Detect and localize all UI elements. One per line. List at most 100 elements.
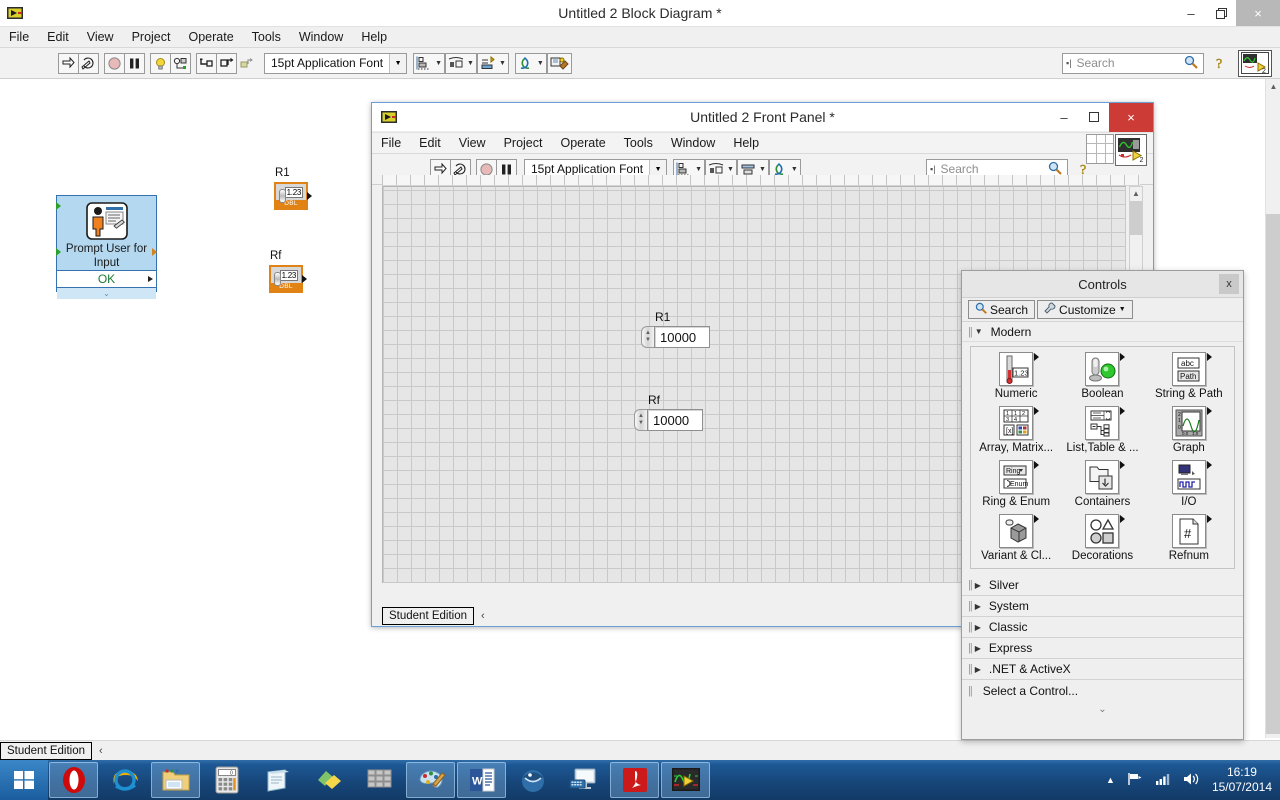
connector-pane[interactable] xyxy=(1086,134,1114,164)
numeric-icon[interactable]: 1.23 xyxy=(999,352,1040,386)
terminal-r1[interactable]: R1 1.23 DBL xyxy=(274,167,312,210)
taskbar-item-word[interactable]: W xyxy=(457,762,506,798)
palette-item-containers[interactable]: Containers xyxy=(1059,460,1145,508)
palette-category-modern[interactable]: || ▼ Modern xyxy=(962,322,1243,342)
clock[interactable]: 16:19 15/07/2014 xyxy=(1212,765,1272,795)
network-icon[interactable] xyxy=(1155,772,1171,789)
node-expand-handle[interactable]: ⌄ xyxy=(57,287,156,299)
block-diagram-vertical-scrollbar[interactable]: ▲ xyxy=(1265,79,1280,738)
chevron-down-icon[interactable]: ▼ xyxy=(727,166,734,173)
menu-item-view[interactable]: View xyxy=(78,26,123,48)
prompt-user-for-input-node[interactable]: Prompt User for Input OK ⌄ xyxy=(56,195,157,299)
numeric-control-r1[interactable]: R1 ▲ ▼ 10000 xyxy=(641,310,710,348)
scroll-thumb[interactable] xyxy=(1130,201,1142,235)
numeric-control-rf[interactable]: Rf ▲ ▼ 10000 xyxy=(634,393,703,431)
array-matrix-icon[interactable]: 112 34 [x] xyxy=(999,406,1040,440)
menu-item-edit[interactable]: Edit xyxy=(410,132,450,154)
close-button[interactable]: × xyxy=(1236,0,1280,26)
decorations-icon[interactable] xyxy=(1085,514,1126,548)
search-input[interactable]: ▪| Search xyxy=(1062,52,1204,74)
taskbar-item-remote-desktop[interactable] xyxy=(559,762,608,798)
palette-customize-button[interactable]: Customize ▼ xyxy=(1037,300,1133,319)
menu-item-project[interactable]: Project xyxy=(495,132,552,154)
palette-category-system[interactable]: || ▶ System xyxy=(962,596,1243,617)
numeric-value-field[interactable]: 10000 xyxy=(647,409,703,431)
menu-item-edit[interactable]: Edit xyxy=(38,26,78,48)
numeric-value-field[interactable]: 10000 xyxy=(654,326,710,348)
menu-item-tools[interactable]: Tools xyxy=(243,26,290,48)
distribute-objects-button[interactable]: ▼ xyxy=(445,52,477,74)
menu-item-help[interactable]: Help xyxy=(352,26,396,48)
font-selector[interactable]: 15pt Application Font ▼ xyxy=(264,52,408,74)
menu-item-view[interactable]: View xyxy=(450,132,495,154)
drag-grip-icon[interactable]: || xyxy=(968,600,973,612)
vi-icon[interactable]: 2 xyxy=(1115,134,1147,166)
step-over-button[interactable] xyxy=(216,52,237,74)
taskbar-item-labview[interactable] xyxy=(661,762,710,798)
palette-category-express[interactable]: || ▶ Express xyxy=(962,638,1243,659)
list-table-icon[interactable] xyxy=(1085,406,1126,440)
scroll-up-arrow[interactable]: ▲ xyxy=(1266,79,1280,93)
spinner-up-arrow[interactable]: ▲ xyxy=(638,413,644,420)
chevron-right-icon[interactable]: ▶ xyxy=(975,644,981,653)
graph-icon[interactable]: 2 1 0 0.0 1.0 xyxy=(1171,406,1212,440)
menu-item-help[interactable]: Help xyxy=(724,132,768,154)
string-path-icon[interactable]: abc Path xyxy=(1171,352,1212,386)
highlight-execution-button[interactable] xyxy=(150,52,171,74)
run-button[interactable] xyxy=(58,52,79,74)
palette-item-array-matrix[interactable]: 112 34 [x] Array, Matrix... xyxy=(973,406,1059,454)
drag-grip-icon[interactable]: || xyxy=(968,642,973,654)
ring-enum-icon[interactable]: Ring Enum xyxy=(999,460,1040,494)
minimize-button[interactable]: – xyxy=(1176,0,1206,26)
palette-category-silver[interactable]: || ▶ Silver xyxy=(962,575,1243,596)
menu-item-window[interactable]: Window xyxy=(290,26,352,48)
terminal-rf[interactable]: Rf 1.23 DBL xyxy=(269,250,307,293)
chevron-down-icon[interactable]: ▼ xyxy=(467,60,474,67)
chevron-down-icon[interactable]: ▼ xyxy=(695,166,702,173)
palette-category-classic[interactable]: || ▶ Classic xyxy=(962,617,1243,638)
chevron-right-icon[interactable]: ▶ xyxy=(975,602,981,611)
step-out-button[interactable] xyxy=(236,53,257,74)
align-objects-button[interactable]: ▼ xyxy=(413,52,446,74)
taskbar-item-internet-explorer[interactable] xyxy=(100,762,149,798)
taskbar-item-calculator[interactable]: 0 xyxy=(202,762,251,798)
palette-item-list-table[interactable]: List,Table & ... xyxy=(1059,406,1145,454)
palette-item-variant-class[interactable]: Variant & Cl... xyxy=(973,514,1059,562)
palette-item-graph[interactable]: 2 1 0 0.0 1.0 Graph xyxy=(1146,406,1232,454)
menu-item-project[interactable]: Project xyxy=(123,26,180,48)
start-button[interactable] xyxy=(0,760,48,800)
menu-item-window[interactable]: Window xyxy=(662,132,724,154)
abort-execution-button[interactable] xyxy=(104,52,125,74)
minimize-button[interactable]: – xyxy=(1049,103,1079,132)
menu-item-operate[interactable]: Operate xyxy=(551,132,614,154)
menu-item-file[interactable]: File xyxy=(0,26,38,48)
maximize-button[interactable] xyxy=(1079,103,1109,132)
chevron-down-icon[interactable]: ▼ xyxy=(435,60,442,67)
chevron-right-icon[interactable]: ▶ xyxy=(975,665,981,674)
chevron-down-icon[interactable]: ▼ xyxy=(389,53,407,73)
drag-grip-icon[interactable]: || xyxy=(968,326,973,338)
chevron-down-icon[interactable]: ▼ xyxy=(975,327,983,336)
vi-icon[interactable]: 2 xyxy=(1238,49,1272,77)
retain-wire-values-button[interactable] xyxy=(170,52,191,74)
controls-palette[interactable]: Controls x Search Customize ▼ || ▼ Moder… xyxy=(961,270,1244,740)
reorder-button[interactable]: ▼ xyxy=(476,52,509,74)
step-into-button[interactable] xyxy=(196,52,217,74)
chevron-right-icon[interactable]: ▶ xyxy=(975,623,981,632)
scroll-up-arrow[interactable]: ▲ xyxy=(1130,187,1142,200)
volume-icon[interactable] xyxy=(1183,772,1200,789)
taskbar-item-sticky-notes[interactable] xyxy=(304,762,353,798)
statusbar-collapse-button[interactable]: ‹ xyxy=(481,610,485,622)
boolean-icon[interactable] xyxy=(1085,352,1126,386)
variant-class-icon[interactable] xyxy=(999,514,1040,548)
drag-grip-icon[interactable]: || xyxy=(968,685,973,697)
palette-item-string-path[interactable]: abc Path String & Path xyxy=(1146,352,1232,400)
pause-button[interactable] xyxy=(124,52,145,74)
spinner-down-arrow[interactable]: ▼ xyxy=(638,420,644,427)
scroll-thumb[interactable] xyxy=(1266,214,1280,734)
taskbar-item-file-explorer[interactable] xyxy=(151,762,200,798)
run-continuously-button[interactable] xyxy=(78,52,99,74)
chevron-down-icon[interactable]: ▼ xyxy=(791,166,798,173)
drag-grip-icon[interactable]: || xyxy=(968,579,973,591)
palette-select-a-control[interactable]: || Select a Control... xyxy=(962,680,1243,701)
